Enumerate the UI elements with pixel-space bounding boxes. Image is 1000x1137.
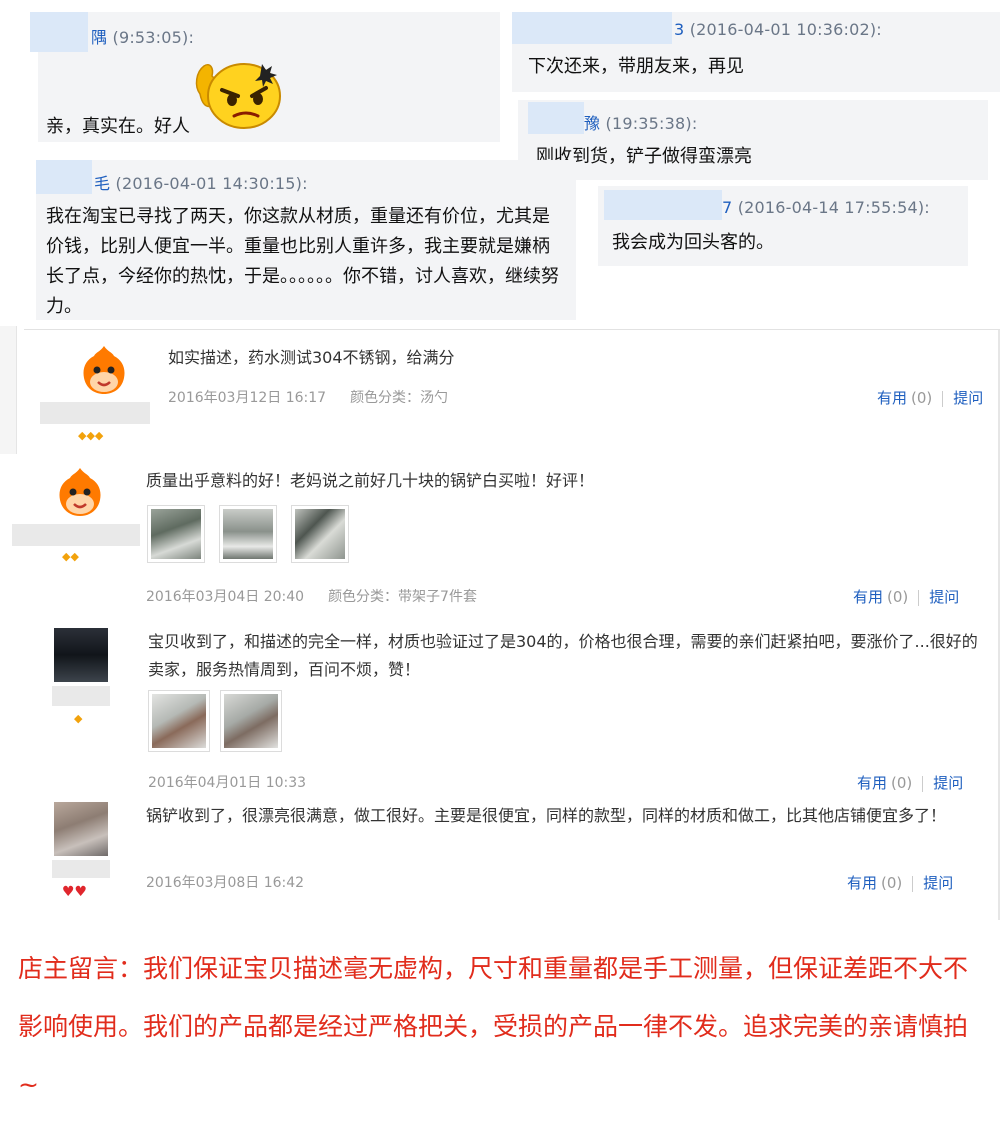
useful-count: (0) [887, 588, 909, 606]
review-date: 2016年03月08日 16:42 [146, 875, 305, 891]
review-category: 颜色分类：带架子7件套 [328, 589, 477, 605]
review-photo[interactable] [219, 505, 277, 563]
masked-username [52, 686, 110, 706]
review-date: 2016年04月01日 10:33 [148, 775, 307, 791]
useful-button[interactable]: 有用 [847, 874, 877, 892]
review-text: 锅铲收到了，很漂亮很满意，做工很好。主要是很便宜，同样的款型，同样的材质和做工，… [146, 806, 947, 825]
chat-header: 毛 (2016-04-01 14:30:15): [94, 170, 308, 194]
review-meta: 2016年03月12日 16:17 颜色分类：汤勺 [168, 387, 448, 407]
review-text: 宝贝收到了，和描述的完全一样，材质也验证过了是304的，价格也很合理，需要的亲们… [148, 632, 978, 679]
chat-header: 7 (2016-04-14 17:55:54): [722, 198, 930, 217]
review-meta: 2016年03月08日 16:42 [146, 872, 304, 892]
separator [942, 390, 944, 407]
chat-bubble-5: 7 (2016-04-14 17:55:54): 我会成为回头客的。 [598, 186, 968, 266]
chat-message: 下次还来，带朋友来，再见 [528, 56, 744, 77]
review-category: 颜色分类：汤勺 [350, 390, 449, 406]
user-avatar-photo [54, 628, 108, 682]
rank-diamonds-icon: ◆◆ [62, 550, 79, 563]
chat-username: 毛 [94, 174, 111, 193]
rank-diamonds-icon: ◆◆◆ [78, 429, 104, 442]
review-actions: 有用 (0) 提问 [853, 586, 959, 607]
user-avatar-mascot [78, 342, 130, 398]
rank-diamonds-icon: ◆ [74, 712, 83, 725]
chat-header: 豫 (19:35:38): [584, 110, 697, 134]
chat-message: 我会成为回头客的。 [612, 232, 774, 253]
chat-username: 豫 [584, 114, 601, 133]
thumbs-up-angry-face-emoji [195, 63, 281, 129]
ask-button[interactable]: 提问 [929, 588, 959, 606]
review-meta: 2016年04月01日 10:33 [148, 772, 306, 792]
masked-username [604, 190, 722, 220]
masked-username [512, 12, 672, 44]
chat-time: (2016-04-01 10:36:02): [689, 20, 882, 39]
review-actions: 有用 (0) 提问 [847, 872, 953, 893]
chat-message: 亲，真实在。好人 [46, 116, 190, 137]
useful-count: (0) [911, 389, 933, 407]
chat-username: 3 [674, 20, 685, 39]
review-divider [24, 329, 1000, 330]
useful-count: (0) [891, 774, 913, 792]
chat-time: (2016-04-14 17:55:54): [737, 198, 930, 217]
review-actions: 有用 (0) 提问 [877, 387, 983, 408]
review-photo[interactable] [147, 505, 205, 563]
review-text: 如实描述，药水测试304不锈钢，给满分 [168, 348, 455, 367]
useful-count: (0) [881, 874, 903, 892]
rank-hearts-icon: ♥♥ [62, 884, 88, 900]
left-edge-tab [0, 326, 17, 454]
ask-button[interactable]: 提问 [933, 774, 963, 792]
review-date: 2016年03月04日 20:40 [146, 589, 305, 605]
masked-username [528, 102, 584, 134]
review-meta: 2016年03月04日 20:40 颜色分类：带架子7件套 [146, 586, 477, 606]
chat-time: (9:53:05): [112, 28, 195, 47]
useful-button[interactable]: 有用 [853, 588, 883, 606]
useful-button[interactable]: 有用 [877, 389, 907, 407]
user-avatar-photo [54, 802, 108, 856]
review-photo[interactable] [291, 505, 349, 563]
user-avatar-mascot [54, 464, 106, 520]
masked-username [36, 160, 92, 194]
chat-header: 3 (2016-04-01 10:36:02): [674, 20, 882, 39]
chat-bubble-3: 豫 (19:35:38): 刚收到货，铲子做得蛮漂亮 [518, 100, 988, 180]
chat-time: (19:35:38): [605, 114, 698, 133]
review-text: 质量出乎意料的好！老妈说之前好几十块的锅铲白买啦！好评！ [146, 471, 595, 490]
chat-header: 隅 (9:53:05): [91, 24, 194, 48]
masked-username [30, 12, 88, 52]
chat-time: (2016-04-01 14:30:15): [115, 174, 308, 193]
separator [922, 775, 924, 792]
chat-bubble-1: 隅 (9:53:05): 亲，真实在。好人 [30, 12, 500, 142]
masked-username [52, 860, 110, 878]
review-photo[interactable] [220, 690, 282, 752]
masked-username [40, 402, 150, 424]
chat-bubble-2: 3 (2016-04-01 10:36:02): 下次还来，带朋友来，再见 [512, 12, 1000, 92]
separator [918, 589, 920, 606]
separator [912, 875, 914, 892]
review-date: 2016年03月12日 16:17 [168, 390, 327, 406]
chat-bubble-4: 毛 (2016-04-01 14:30:15): 我在淘宝已寻找了两天，你这款从… [36, 160, 576, 320]
chat-username: 7 [722, 198, 733, 217]
useful-button[interactable]: 有用 [857, 774, 887, 792]
chat-username: 隅 [91, 28, 108, 47]
review-photo[interactable] [148, 690, 210, 752]
ask-button[interactable]: 提问 [923, 874, 953, 892]
chat-message: 我在淘宝已寻找了两天，你这款从材质，重量还有价位，尤其是价钱，比别人便宜一半。重… [46, 206, 559, 317]
owner-note: 店主留言：我们保证宝贝描述毫无虚构，尺寸和重量都是手工测量，但保证差距不大不影响… [18, 954, 969, 1099]
masked-username [12, 524, 140, 546]
review-actions: 有用 (0) 提问 [857, 772, 963, 793]
ask-button[interactable]: 提问 [953, 389, 983, 407]
